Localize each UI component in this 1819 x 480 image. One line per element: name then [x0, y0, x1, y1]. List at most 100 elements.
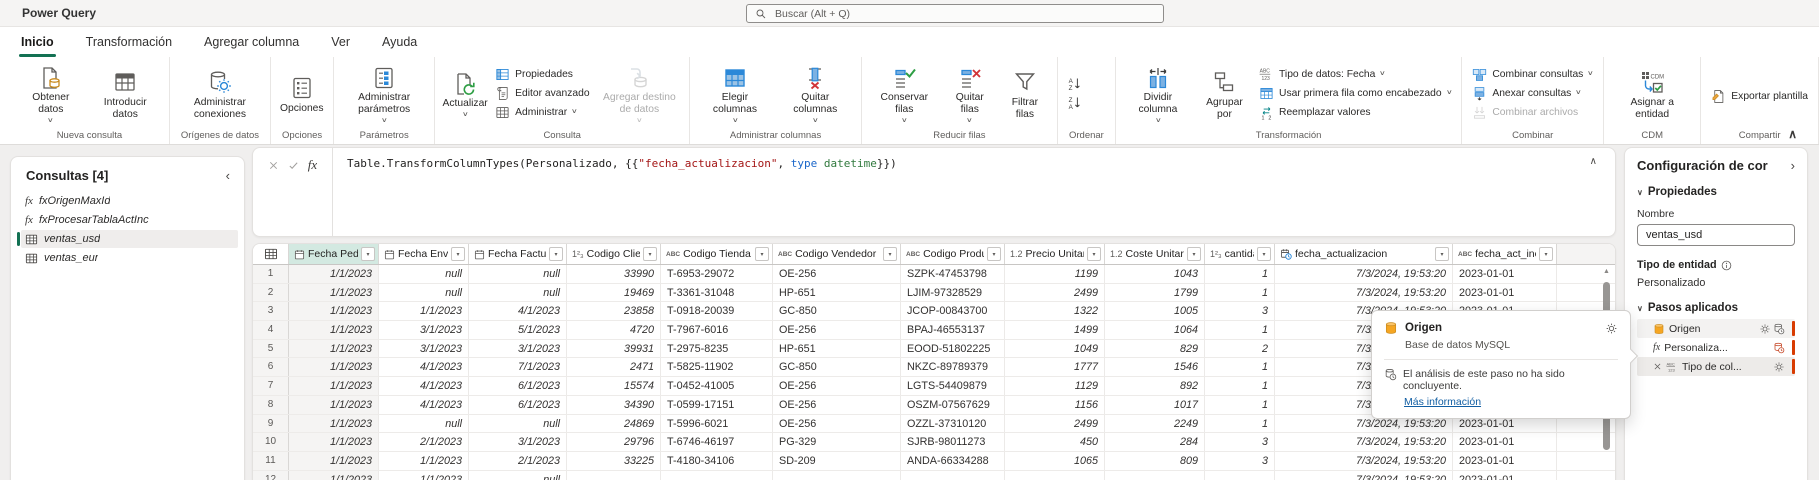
cell-codigo-cliente[interactable]: 39931	[567, 339, 661, 358]
cell-codigo-tienda[interactable]: T-7967-6016	[661, 321, 773, 339]
cell-codigo-producto[interactable]: SZPK-47453798	[901, 265, 1005, 283]
cell-cantidad[interactable]	[1205, 470, 1275, 480]
cell-fecha-act-inc[interactable]: 2023-01-01	[1453, 470, 1557, 480]
cell-precio-unitario[interactable]: 1129	[1005, 377, 1105, 395]
cell-fecha-envio[interactable]: 4/1/2023	[379, 377, 469, 395]
cell-codigo-tienda[interactable]	[661, 470, 773, 480]
column-filter-button[interactable]: ▾	[883, 247, 897, 261]
row-number[interactable]: 5	[253, 339, 289, 358]
administrar-conexiones-button[interactable]: Administrar conexiones	[175, 66, 265, 121]
row-number[interactable]: 9	[253, 414, 289, 433]
cell-precio-unitario[interactable]: 450	[1005, 433, 1105, 451]
column-header-codigo-tienda[interactable]: ABC Codigo Tienda ▾	[661, 244, 773, 264]
cell-cantidad[interactable]: 3	[1205, 451, 1275, 470]
cell-codigo-tienda[interactable]: T-6746-46197	[661, 433, 773, 451]
column-filter-button[interactable]: ▾	[1257, 247, 1271, 261]
db-clock-gray-button[interactable]	[1773, 323, 1785, 335]
cell-fecha-factura[interactable]: 3/1/2023	[469, 339, 567, 358]
cell-codigo-vendedor[interactable]: GC-850	[773, 358, 901, 377]
quitar-filas-button[interactable]: Quitar filas ∨	[942, 61, 998, 125]
tipo-de-datos-fecha-button[interactable]: ABC 123 Tipo de datos: Fecha ∨	[1259, 67, 1451, 82]
cell-fecha-envio[interactable]: 3/1/2023	[379, 321, 469, 339]
cell-codigo-cliente[interactable]: 2471	[567, 358, 661, 377]
row-number[interactable]: 6	[253, 358, 289, 377]
cell-codigo-cliente[interactable]: 29796	[567, 433, 661, 451]
cell-fecha-envio[interactable]: 4/1/2023	[379, 395, 469, 414]
cell-fecha-act-inc[interactable]: 2023-01-01	[1453, 451, 1557, 470]
cell-codigo-cliente[interactable]: 33225	[567, 451, 661, 470]
cell-codigo-tienda[interactable]: T-4180-34106	[661, 451, 773, 470]
cell-cantidad[interactable]: 1	[1205, 265, 1275, 283]
cell-fecha-envio[interactable]: null	[379, 283, 469, 302]
cell-fecha-pedido[interactable]: 1/1/2023	[289, 265, 379, 283]
cell-coste-unitario[interactable]: 1064	[1105, 321, 1205, 339]
cell-coste-unitario[interactable]: 1799	[1105, 283, 1205, 302]
cell-coste-unitario[interactable]: 1546	[1105, 358, 1205, 377]
global-search[interactable]	[746, 4, 1164, 23]
cell-cantidad[interactable]: 1	[1205, 283, 1275, 302]
cell-codigo-producto[interactable]: OSZM-07567629	[901, 395, 1005, 414]
quitar-columnas-button[interactable]: Quitar columnas ∨	[775, 61, 856, 125]
query-item-fxprocesartablaactinc[interactable]: fx fxProcesarTablaActInc	[21, 211, 238, 229]
row-number[interactable]: 12	[253, 470, 289, 480]
editor-avanzado-button[interactable]: Editor avanzado	[495, 86, 590, 101]
actualizar-button[interactable]: Actualizar ∨	[440, 67, 490, 119]
cell-codigo-vendedor[interactable]: OE-256	[773, 321, 901, 339]
opciones-button[interactable]: Opciones	[276, 72, 328, 115]
column-filter-button[interactable]: ▾	[643, 247, 657, 261]
cell-fecha-factura[interactable]: 7/1/2023	[469, 358, 567, 377]
cell-cantidad[interactable]: 2	[1205, 339, 1275, 358]
cell-codigo-vendedor[interactable]: GC-850	[773, 302, 901, 321]
administrar-par-metros-button[interactable]: Administrar parámetros ∨	[339, 61, 429, 125]
cell-fecha-pedido[interactable]: 1/1/2023	[289, 302, 379, 321]
cell-cantidad[interactable]: 1	[1205, 321, 1275, 339]
anexar-consultas-button[interactable]: Anexar consultas ∨	[1472, 86, 1593, 101]
cell-codigo-tienda[interactable]: T-0599-17151	[661, 395, 773, 414]
cell-codigo-producto[interactable]: LGTS-54409879	[901, 377, 1005, 395]
column-filter-button[interactable]: ▾	[361, 247, 375, 261]
queries-collapse-button[interactable]: ‹	[224, 168, 232, 183]
cell-coste-unitario[interactable]	[1105, 470, 1205, 480]
cell-codigo-cliente[interactable]: 15574	[567, 377, 661, 395]
cell-fecha-actualizacion[interactable]: 7/3/2024, 19:53:20	[1275, 451, 1453, 470]
cell-precio-unitario[interactable]: 1065	[1005, 451, 1105, 470]
reemplazar-valores-button[interactable]: 1 2 Reemplazar valores	[1259, 105, 1451, 120]
cell-fecha-actualizacion[interactable]: 7/3/2024, 19:53:20	[1275, 470, 1453, 480]
cell-fecha-envio[interactable]: 4/1/2023	[379, 358, 469, 377]
cell-fecha-factura[interactable]: null	[469, 414, 567, 433]
cell-fecha-envio[interactable]: null	[379, 265, 469, 283]
cell-fecha-factura[interactable]: null	[469, 470, 567, 480]
cell-fecha-act-inc[interactable]: 2023-01-01	[1453, 283, 1557, 302]
formula-commit-button[interactable]	[288, 157, 299, 173]
cell-fecha-pedido[interactable]: 1/1/2023	[289, 377, 379, 395]
formula-cancel-button[interactable]	[268, 157, 279, 173]
step-settings-gear-button[interactable]	[1605, 320, 1618, 336]
applied-steps-section-header[interactable]: ∨ Pasos aplicados	[1637, 302, 1795, 314]
cell-codigo-tienda[interactable]: T-0918-20039	[661, 302, 773, 321]
cell-fecha-pedido[interactable]: 1/1/2023	[289, 321, 379, 339]
tab-inicio[interactable]: Inicio	[19, 27, 56, 57]
cell-fecha-factura[interactable]: 2/1/2023	[469, 451, 567, 470]
cell-codigo-cliente[interactable]: 19469	[567, 283, 661, 302]
sort-az-button[interactable]: AZ	[1068, 76, 1083, 91]
cell-coste-unitario[interactable]: 892	[1105, 377, 1205, 395]
applied-step-origen[interactable]: Origen	[1637, 319, 1795, 338]
cell-codigo-producto[interactable]: OZZL-37310120	[901, 414, 1005, 433]
cell-coste-unitario[interactable]: 829	[1105, 339, 1205, 358]
usar-primera-fila-como-encabezado-button[interactable]: Usar primera fila como encabezado ∨	[1259, 86, 1452, 101]
properties-section-header[interactable]: ∨ Propiedades	[1637, 186, 1795, 198]
column-filter-button[interactable]: ▾	[987, 247, 1001, 261]
cell-precio-unitario[interactable]: 1156	[1005, 395, 1105, 414]
cell-codigo-vendedor[interactable]: SD-209	[773, 451, 901, 470]
cell-precio-unitario[interactable]: 1777	[1005, 358, 1105, 377]
cell-precio-unitario[interactable]	[1005, 470, 1105, 480]
cell-fecha-factura[interactable]: 3/1/2023	[469, 433, 567, 451]
query-item-fxorigenmaxid[interactable]: fx fxOrigenMaxId	[21, 192, 238, 210]
column-header-coste-unitario[interactable]: 1.2Coste Unitario▾	[1105, 244, 1205, 264]
row-number[interactable]: 1	[253, 265, 289, 283]
column-header-fecha-pedido[interactable]: Fecha Pedido▾	[289, 244, 379, 264]
column-header-precio-unitario[interactable]: 1.2Precio Unitario▾	[1005, 244, 1105, 264]
row-number[interactable]: 8	[253, 395, 289, 414]
column-filter-button[interactable]: ▾	[1435, 247, 1449, 261]
cell-fecha-pedido[interactable]: 1/1/2023	[289, 414, 379, 433]
